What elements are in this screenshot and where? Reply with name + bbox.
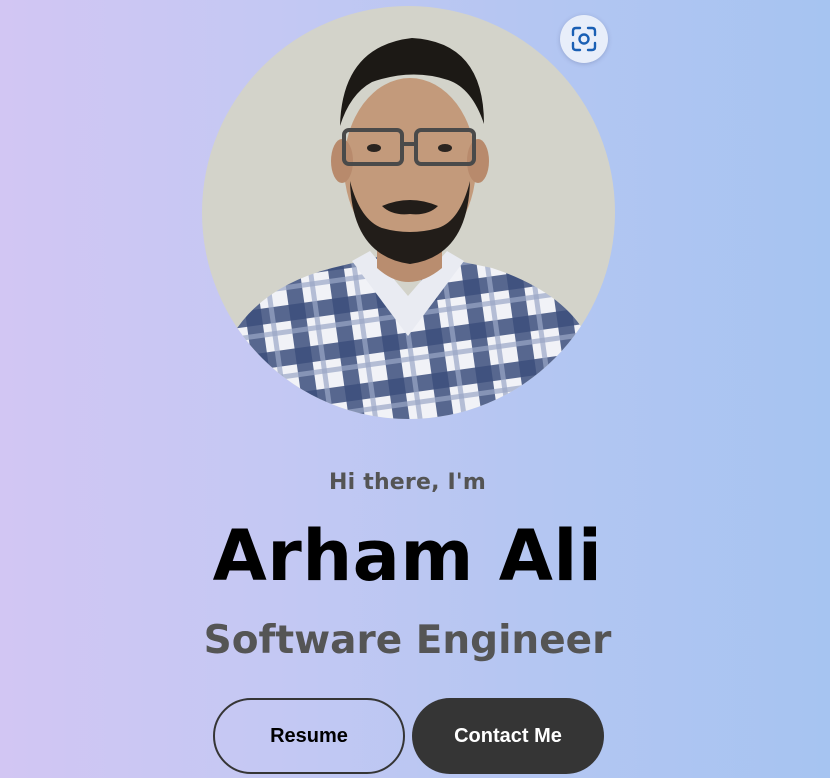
- hero-job-title: Software Engineer: [203, 618, 612, 663]
- google-lens-button[interactable]: [560, 15, 608, 63]
- greeting-text: Hi there, I'm: [329, 470, 486, 495]
- google-lens-icon: [571, 26, 597, 52]
- profile-photo: [202, 6, 615, 419]
- resume-button[interactable]: Resume: [213, 698, 405, 774]
- contact-me-button[interactable]: Contact Me: [412, 698, 604, 774]
- hero-name: Arham Ali: [212, 515, 603, 597]
- profile-photo-portrait: [202, 6, 615, 419]
